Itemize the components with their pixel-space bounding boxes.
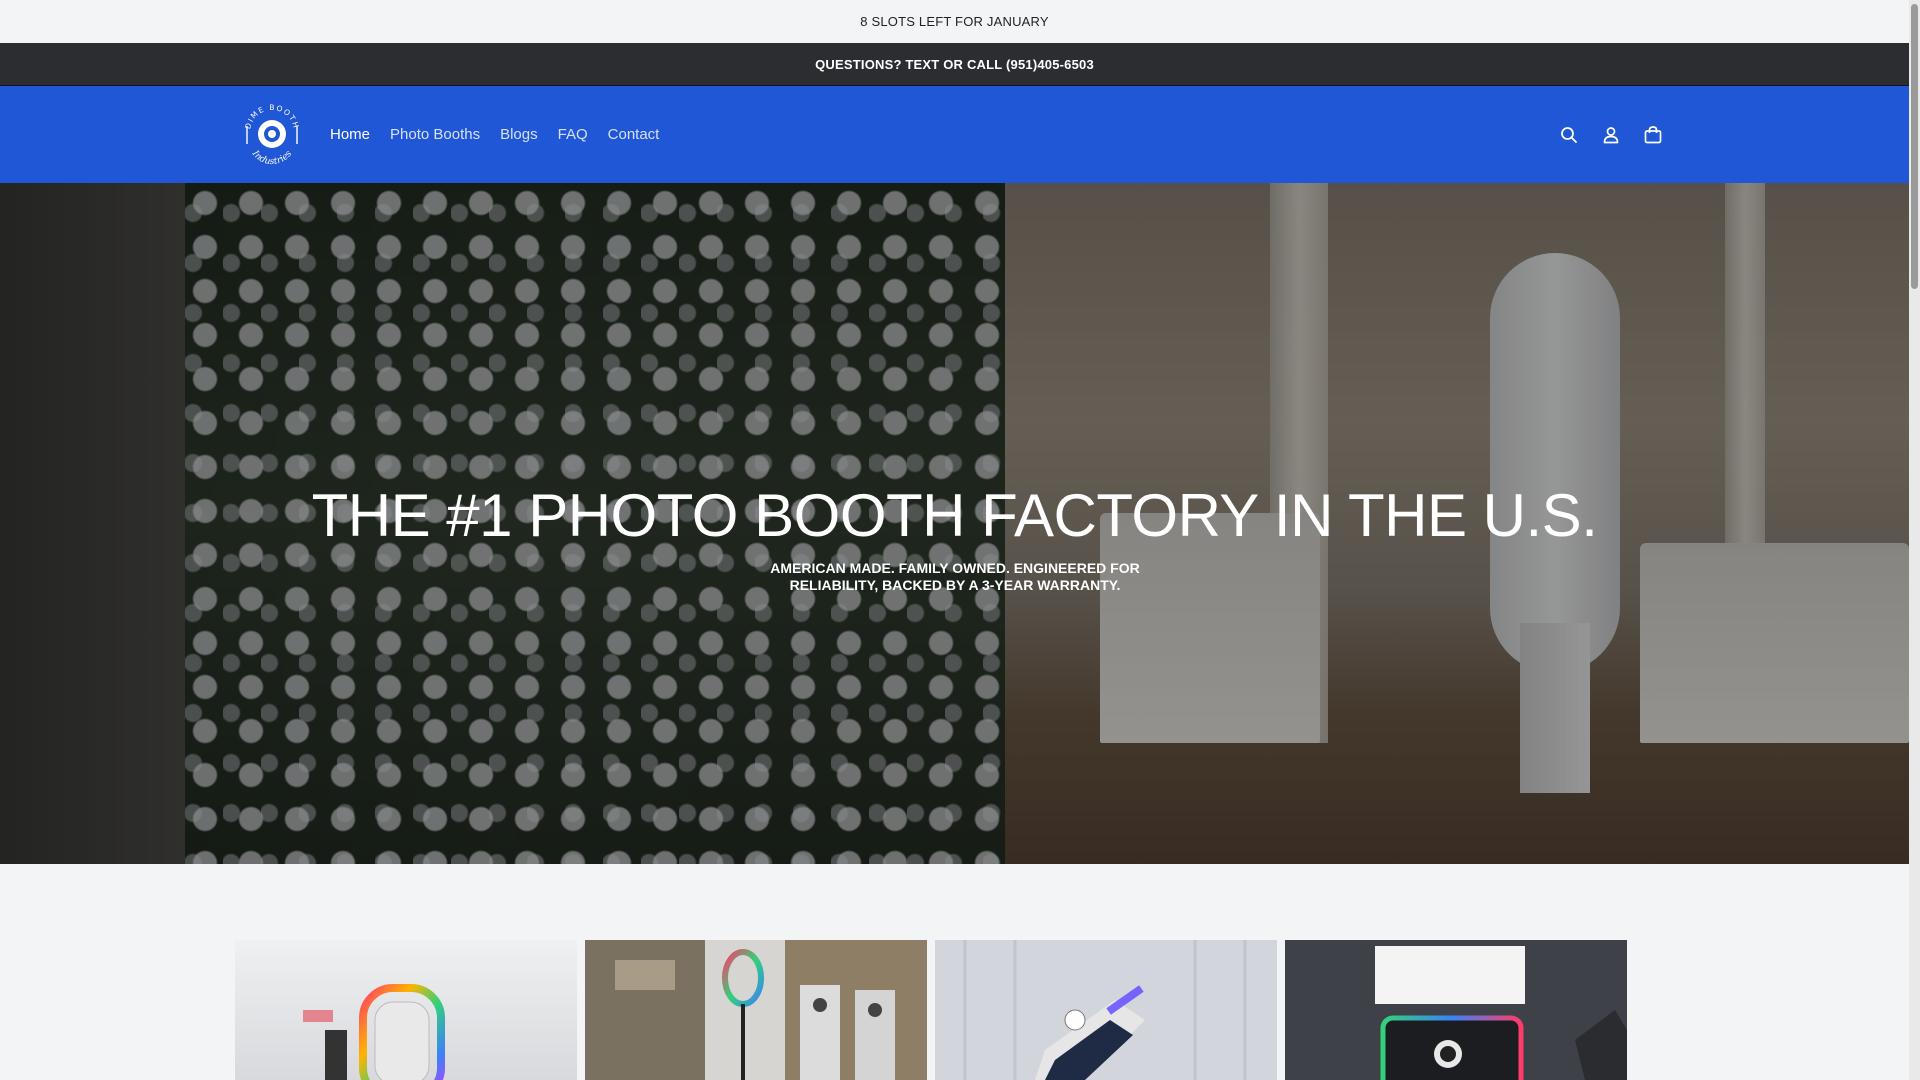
product-image-led-booth <box>1285 940 1627 1080</box>
nav-photo-booths[interactable]: Photo Booths <box>390 126 480 143</box>
page: 8 SLOTS LEFT FOR JANUARY QUESTIONS? TEXT… <box>0 0 1909 1080</box>
main-nav: Home Photo Booths Blogs FAQ Contact <box>330 86 679 183</box>
brand-logo[interactable]: DIME BOOTH Industries <box>240 96 304 172</box>
announcement-contact-text: QUESTIONS? TEXT OR CALL (951)405-6503 <box>815 56 1094 72</box>
hero-title: THE #1 PHOTO BOOTH FACTORY IN THE U.S. <box>311 482 1598 549</box>
site-header: DIME BOOTH Industries Home Photo Booths … <box>0 86 1909 183</box>
product-image-rainbow-booth <box>235 940 577 1080</box>
account-icon <box>1603 126 1619 143</box>
product-image-factory-booths <box>585 940 927 1080</box>
announcement-bar-contact: QUESTIONS? TEXT OR CALL (951)405-6503 <box>0 43 1909 86</box>
hero-banner: THE #1 PHOTO BOOTH FACTORY IN THE U.S. A… <box>0 183 1909 864</box>
search-button[interactable] <box>1548 114 1590 156</box>
product-card-2[interactable] <box>585 940 927 1080</box>
nav-blogs[interactable]: Blogs <box>500 126 538 143</box>
product-card-4[interactable] <box>1285 940 1627 1080</box>
scrollbar-thumb[interactable] <box>1911 4 1918 289</box>
nav-faq[interactable]: FAQ <box>558 126 588 143</box>
account-button[interactable] <box>1590 114 1632 156</box>
cart-button[interactable] <box>1632 114 1674 156</box>
search-icon <box>1561 126 1577 143</box>
announcement-slots-text: 8 SLOTS LEFT FOR JANUARY <box>860 14 1049 29</box>
product-card-3[interactable] <box>935 940 1277 1080</box>
nav-home[interactable]: Home <box>330 126 370 143</box>
cart-icon <box>1644 125 1662 143</box>
product-card-1[interactable] <box>235 940 577 1080</box>
svg-text:Industries: Industries <box>249 148 294 167</box>
header-icons <box>1548 86 1674 183</box>
nav-contact[interactable]: Contact <box>608 126 660 143</box>
product-grid <box>235 940 1627 1080</box>
hero-subtitle: AMERICAN MADE. FAMILY OWNED. ENGINEERED … <box>770 560 1140 593</box>
page-scrollbar[interactable] <box>1909 0 1920 1080</box>
product-image-angled-booth <box>935 940 1277 1080</box>
announcement-bar-slots: 8 SLOTS LEFT FOR JANUARY <box>0 0 1909 43</box>
